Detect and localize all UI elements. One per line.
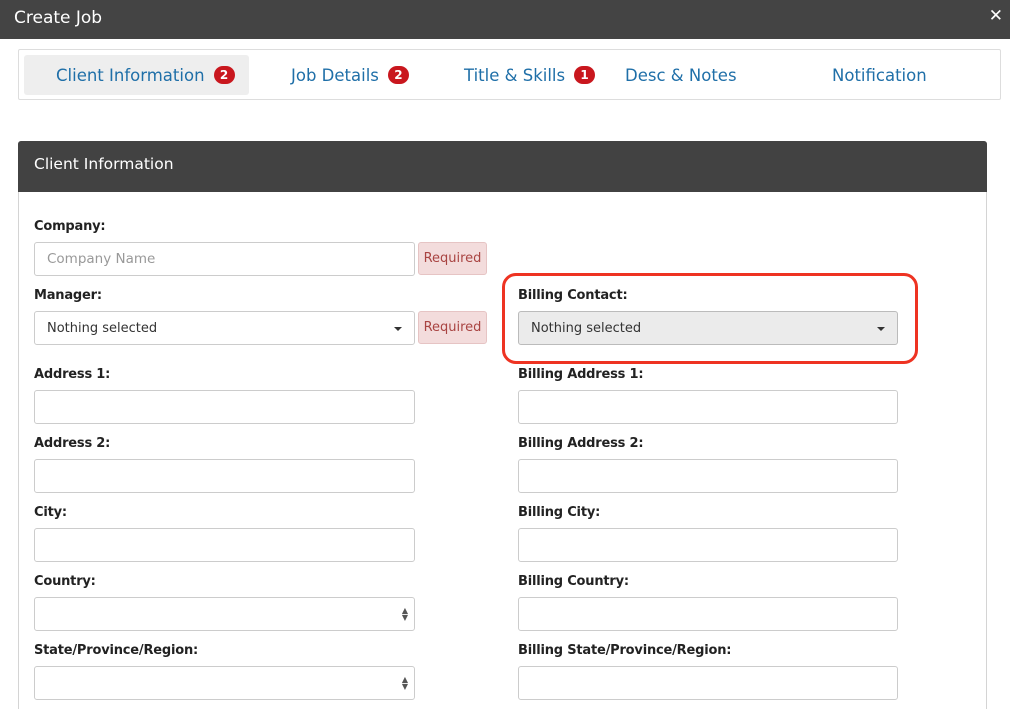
billing-address1-label: Billing Address 1: (518, 367, 644, 382)
manager-select[interactable]: Nothing selected (34, 311, 415, 345)
tab-label: Notification (832, 65, 927, 85)
address1-label: Address 1: (34, 367, 111, 382)
tab-client-information[interactable]: Client Information 2 (24, 55, 249, 95)
tab-badge: 2 (213, 66, 235, 84)
caret-down-icon (394, 327, 402, 331)
manager-required-badge: Required (418, 311, 487, 344)
billing-contact-selected-value: Nothing selected (531, 320, 642, 336)
tab-title-skills[interactable]: Title & Skills 1 (464, 55, 596, 95)
country-label: Country: (34, 574, 96, 589)
billing-contact-label: Billing Contact: (518, 288, 628, 303)
city-label: City: (34, 505, 67, 520)
panel-header: Client Information (18, 141, 987, 192)
tab-bar: Client Information 2 Job Details 2 Title… (18, 49, 1001, 100)
company-label: Company: (34, 219, 106, 234)
panel-title: Client Information (34, 155, 174, 173)
billing-country-input[interactable] (518, 597, 898, 631)
caret-down-icon (877, 327, 885, 331)
company-name-input[interactable] (34, 242, 415, 276)
billing-city-input[interactable] (518, 528, 898, 562)
tab-label: Title & Skills (464, 65, 566, 85)
billing-state-label: Billing State/Province/Region: (518, 643, 732, 658)
country-select[interactable]: ▲ ▼ (34, 597, 415, 631)
up-down-arrows-icon: ▲ ▼ (401, 675, 408, 691)
tab-label: Desc & Notes (625, 65, 737, 85)
billing-address2-input[interactable] (518, 459, 898, 493)
billing-address2-label: Billing Address 2: (518, 436, 644, 451)
tab-notification[interactable]: Notification (832, 55, 927, 95)
address2-label: Address 2: (34, 436, 111, 451)
tab-desc-notes[interactable]: Desc & Notes (625, 55, 737, 95)
state-label: State/Province/Region: (34, 643, 199, 658)
manager-label: Manager: (34, 288, 102, 303)
billing-city-label: Billing City: (518, 505, 601, 520)
close-icon[interactable]: ✕ (989, 6, 1003, 26)
address1-input[interactable] (34, 390, 415, 424)
up-down-arrows-icon: ▲ ▼ (401, 606, 408, 622)
billing-contact-select[interactable]: Nothing selected (518, 311, 898, 345)
billing-address1-input[interactable] (518, 390, 898, 424)
tab-badge: 1 (574, 66, 596, 84)
modal-titlebar: Create Job ✕ (0, 0, 1010, 39)
manager-selected-value: Nothing selected (47, 320, 158, 336)
tab-job-details[interactable]: Job Details 2 (291, 55, 409, 95)
company-required-badge: Required (418, 242, 487, 275)
city-input[interactable] (34, 528, 415, 562)
tab-label: Job Details (291, 65, 379, 85)
state-select[interactable]: ▲ ▼ (34, 666, 415, 700)
address2-input[interactable] (34, 459, 415, 493)
billing-state-input[interactable] (518, 666, 898, 700)
tab-label: Client Information (56, 65, 205, 85)
modal-title: Create Job (14, 8, 103, 28)
billing-country-label: Billing Country: (518, 574, 629, 589)
tab-badge: 2 (387, 66, 409, 84)
